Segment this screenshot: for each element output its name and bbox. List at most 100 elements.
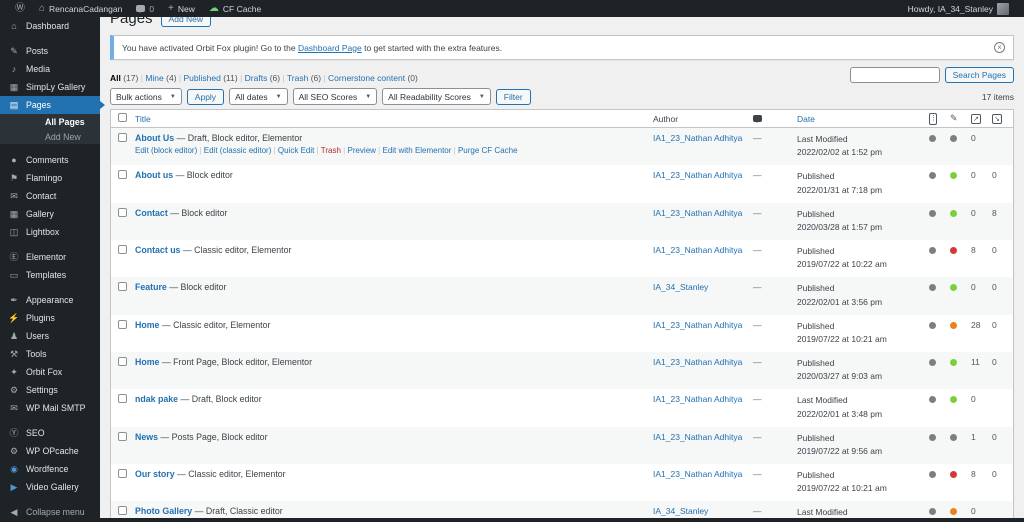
chevron-down-icon: ▼ — [365, 93, 372, 100]
view-filter-link[interactable]: Cornerstone content (0) — [323, 73, 417, 83]
page-title-link[interactable]: Our story — [135, 469, 175, 479]
sidebar-item[interactable]: WP OPcache — [0, 442, 100, 460]
sidebar-item[interactable]: Flamingo — [0, 169, 100, 187]
dates-select[interactable]: All dates ▼ — [229, 88, 288, 105]
row-checkbox[interactable] — [118, 245, 127, 255]
row-checkbox[interactable] — [118, 357, 127, 367]
column-title[interactable]: Title — [135, 114, 653, 124]
row-checkbox[interactable] — [118, 207, 127, 217]
author-cell: IA1_23_Nathan Adhitya — [653, 357, 753, 383]
row-action-link[interactable]: Quick Edit — [274, 146, 315, 155]
column-date[interactable]: Date — [797, 114, 929, 124]
author-link[interactable]: IA1_23_Nathan Adhitya — [653, 394, 742, 404]
admin-bar-account[interactable]: Howdy, IA_34_Stanley — [901, 0, 1016, 17]
search-pages-button[interactable]: Search Pages — [944, 66, 1014, 83]
sidebar-item[interactable] — [0, 144, 100, 151]
select-all-checkbox[interactable] — [118, 113, 127, 122]
row-checkbox[interactable] — [118, 282, 127, 292]
sidebar-item[interactable]: Add New — [0, 129, 100, 144]
readability-scores-select[interactable]: All Readability Scores ▼ — [382, 88, 491, 105]
author-link[interactable]: IA1_23_Nathan Adhitya — [653, 245, 742, 255]
page-title-link[interactable]: ndak pake — [135, 394, 178, 404]
row-action-link[interactable]: Preview — [343, 146, 376, 155]
sidebar-item[interactable]: Lightbox — [0, 223, 100, 241]
sidebar-item[interactable]: Pages — [0, 96, 105, 114]
view-filter-link[interactable]: Drafts (6) — [240, 73, 280, 83]
sidebar-item[interactable]: Wordfence — [0, 460, 100, 478]
sidebar-item[interactable]: All Pages — [0, 114, 100, 129]
sidebar-item[interactable]: Plugins — [0, 309, 100, 327]
sidebar-item[interactable]: Posts — [0, 42, 100, 60]
view-filter-link[interactable]: Mine (4) — [141, 73, 177, 83]
page-title-link[interactable]: Contact — [135, 208, 168, 218]
admin-bar-comments[interactable]: 0 — [129, 0, 161, 17]
view-filter-link[interactable]: Trash (6) — [282, 73, 321, 83]
author-link[interactable]: IA_34_Stanley — [653, 506, 708, 516]
author-link[interactable]: IA1_23_Nathan Adhitya — [653, 357, 742, 367]
page-title-link[interactable]: Contact us — [135, 245, 180, 255]
sidebar-item[interactable]: Media — [0, 60, 100, 78]
page-title-link[interactable]: About Us — [135, 133, 174, 143]
sidebar-item[interactable]: Video Gallery — [0, 478, 100, 496]
admin-bar-site-name[interactable]: ⌂ RencanaCadangan — [32, 0, 129, 17]
sidebar-item[interactable]: Comments — [0, 151, 100, 169]
author-link[interactable]: IA1_23_Nathan Adhitya — [653, 432, 742, 442]
wordpress-logo-icon[interactable]: Ⓦ — [8, 0, 32, 17]
sidebar-item[interactable]: Templates — [0, 266, 100, 284]
sidebar-item[interactable]: Dashboard — [0, 17, 100, 35]
row-checkbox[interactable] — [118, 170, 127, 180]
author-link[interactable]: IA_34_Stanley — [653, 282, 708, 292]
row-checkbox[interactable] — [118, 431, 127, 441]
row-checkbox[interactable] — [118, 394, 127, 404]
bulk-actions-select[interactable]: Bulk actions ▼ — [110, 88, 182, 105]
sidebar-item[interactable] — [0, 417, 100, 424]
page-title-link[interactable]: News — [135, 432, 158, 442]
search-input[interactable] — [849, 66, 940, 83]
author-link[interactable]: IA1_23_Nathan Adhitya — [653, 320, 742, 330]
sidebar-item[interactable] — [0, 241, 100, 248]
column-comments[interactable] — [753, 114, 797, 124]
filter-button[interactable]: Filter — [495, 88, 531, 105]
row-checkbox[interactable] — [118, 319, 127, 329]
sidebar-item[interactable]: Contact — [0, 187, 100, 205]
page-title-link[interactable]: Home — [135, 357, 159, 367]
sidebar-item[interactable]: Settings — [0, 381, 100, 399]
sidebar-item[interactable]: Gallery — [0, 205, 100, 223]
sidebar-item[interactable] — [0, 35, 100, 42]
seo-score-dot — [929, 135, 936, 142]
author-link[interactable]: IA1_23_Nathan Adhitya — [653, 469, 742, 479]
page-title-link[interactable]: Photo Gallery — [135, 506, 192, 516]
row-action-link[interactable]: Trash — [317, 146, 341, 155]
view-filter-link[interactable]: Published (11) — [179, 73, 238, 83]
row-action-link[interactable]: Edit (block editor) — [135, 146, 197, 155]
row-action-link[interactable]: Purge CF Cache — [454, 146, 518, 155]
author-link[interactable]: IA1_23_Nathan Adhitya — [653, 170, 742, 180]
sidebar-item[interactable]: Tools — [0, 345, 100, 363]
sidebar-item[interactable]: SimpLy Gallery — [0, 78, 100, 96]
row-action-link[interactable]: Edit with Elementor — [378, 146, 451, 155]
row-checkbox[interactable] — [118, 506, 127, 516]
sidebar-item[interactable]: Collapse menu — [0, 503, 100, 521]
dismiss-notice-icon[interactable]: × — [994, 42, 1005, 53]
row-checkbox[interactable] — [118, 133, 127, 142]
seo-scores-select[interactable]: All SEO Scores ▼ — [292, 88, 378, 105]
row-checkbox[interactable] — [118, 469, 127, 479]
sidebar-item[interactable]: Users — [0, 327, 100, 345]
page-title-link[interactable]: Feature — [135, 282, 167, 292]
apply-button[interactable]: Apply — [186, 88, 225, 105]
admin-bar-new[interactable]: + New — [161, 0, 202, 17]
sidebar-item[interactable]: Appearance — [0, 291, 100, 309]
dashboard-page-link[interactable]: Dashboard Page — [298, 43, 362, 53]
author-link[interactable]: IA1_23_Nathan Adhitya — [653, 208, 742, 218]
view-filter-link[interactable]: All (17) — [110, 73, 138, 83]
page-title-link[interactable]: About us — [135, 170, 173, 180]
page-title-link[interactable]: Home — [135, 320, 159, 330]
author-link[interactable]: IA1_23_Nathan Adhitya — [653, 133, 742, 143]
sidebar-item[interactable]: SEO — [0, 424, 100, 442]
sidebar-item[interactable]: Elementor — [0, 248, 100, 266]
sidebar-item[interactable] — [0, 284, 100, 291]
sidebar-item[interactable]: WP Mail SMTP — [0, 399, 100, 417]
sidebar-item[interactable]: Orbit Fox — [0, 363, 100, 381]
row-action-link[interactable]: Edit (classic editor) — [199, 146, 271, 155]
admin-bar-cf-cache[interactable]: ☁ CF Cache — [202, 0, 268, 17]
